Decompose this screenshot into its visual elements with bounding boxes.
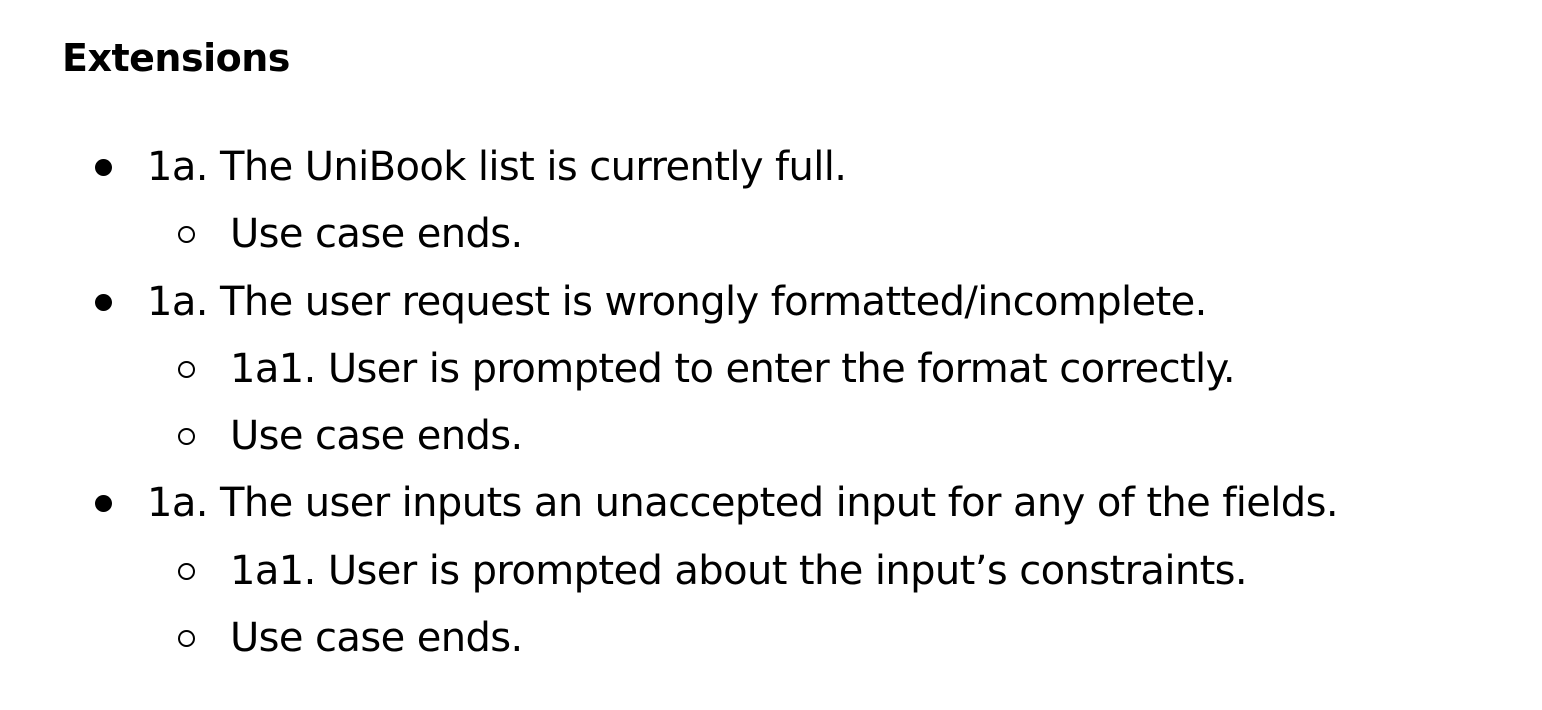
sub-list-item-text: 1a1. User is prompted to enter the forma… xyxy=(230,346,1236,392)
bullet-disc-icon xyxy=(95,159,112,176)
sub-list-item: Use case ends. xyxy=(178,614,523,662)
sub-list-item-text: Use case ends. xyxy=(230,211,523,257)
bullet-circle-icon xyxy=(178,563,195,580)
sub-list-item-text: 1a1. User is prompted about the input’s … xyxy=(230,548,1248,594)
document-page: Extensions 1a. The UniBook list is curre… xyxy=(0,0,1542,710)
sub-list-item: Use case ends. xyxy=(178,412,523,460)
bullet-disc-icon xyxy=(95,495,112,512)
bullet-circle-icon xyxy=(178,630,195,647)
bullet-disc-icon xyxy=(95,294,112,311)
sub-list-item-text: Use case ends. xyxy=(230,615,523,661)
sub-list-item: Use case ends. xyxy=(178,210,523,258)
list-item-2: 1a. The user request is wrongly formatte… xyxy=(95,278,1207,326)
bullet-circle-icon xyxy=(178,361,195,378)
list-item-text: 1a. The user request is wrongly formatte… xyxy=(147,279,1207,325)
sub-list-item: 1a1. User is prompted to enter the forma… xyxy=(178,345,1236,393)
section-heading: Extensions xyxy=(62,36,290,80)
list-item-text: 1a. The UniBook list is currently full. xyxy=(147,144,847,190)
bullet-circle-icon xyxy=(178,226,195,243)
sub-list-item-text: Use case ends. xyxy=(230,413,523,459)
sub-list-item: 1a1. User is prompted about the input’s … xyxy=(178,547,1248,595)
list-item-3: 1a. The user inputs an unaccepted input … xyxy=(95,479,1339,527)
list-item-1: 1a. The UniBook list is currently full. xyxy=(95,143,847,191)
list-item-text: 1a. The user inputs an unaccepted input … xyxy=(147,480,1339,526)
bullet-circle-icon xyxy=(178,428,195,445)
